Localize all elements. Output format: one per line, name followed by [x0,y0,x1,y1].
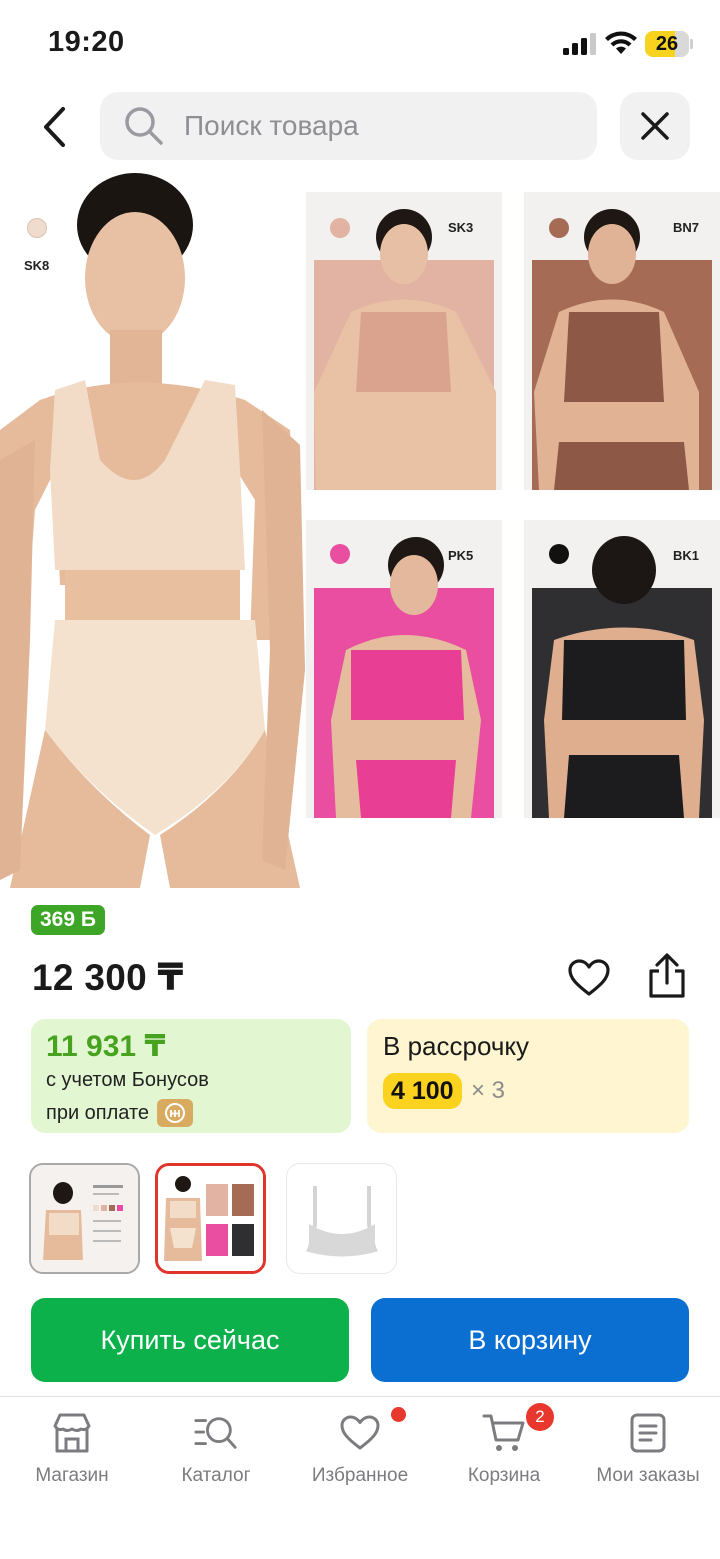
search-header [0,92,720,162]
nav-label: Магазин [35,1465,109,1486]
main-color-swatch [27,218,47,238]
bottom-nav: Магазин Каталог Избранное 2 Корзина Мои … [0,1396,720,1559]
nav-item-orders[interactable]: Мои заказы [576,1411,720,1501]
close-icon [641,112,669,140]
notification-dot [391,1407,406,1422]
back-button[interactable] [30,100,78,154]
variant-code-bn7: BN7 [673,220,700,235]
catalog-icon [194,1411,238,1455]
variant-swatch-pk5 [330,544,350,564]
nav-label: Мои заказы [596,1465,700,1486]
search-box[interactable] [100,92,597,160]
battery-indicator: 26 [645,31,693,57]
variant-swatch-bn7 [549,218,569,238]
favorite-button[interactable] [566,956,612,1000]
installment-multiplier: × 3 [471,1077,506,1104]
cart-icon [482,1411,526,1455]
installment-card[interactable]: В рассрочку 4 100 × 3 [367,1019,689,1133]
product-price: 12 300 ₸ [32,957,184,998]
variant-swatch-bk1 [549,544,569,564]
search-icon [124,106,164,146]
product-image-gallery[interactable]: SK8 SK3 BN7 PK5 BK1 [0,170,720,888]
status-bar: 19:20 26 [0,0,720,88]
gallery-thumbnail[interactable] [286,1163,397,1274]
nav-label: Избранное [311,1465,409,1486]
nav-item-favorites[interactable]: Избранное [288,1407,432,1501]
add-to-cart-button[interactable]: В корзину [371,1298,689,1382]
nav-item-catalog[interactable]: Каталог [144,1411,288,1501]
status-time: 19:20 [48,26,125,58]
variant-tile [524,520,720,818]
payment-method-icon [157,1099,194,1127]
bonus-text-line1: с учетом Бонусов [46,1069,209,1091]
cart-count-badge: 2 [526,1403,554,1431]
heart-icon [338,1411,382,1455]
nav-label: Каталог [181,1465,251,1486]
installment-title: В рассрочку [383,1031,530,1061]
gallery-thumbnail[interactable] [29,1163,140,1274]
main-color-code: SK8 [24,258,50,273]
orders-icon [626,1411,670,1455]
bonus-price-card[interactable]: 11 931 ₸ с учетом Бонусов при оплате [31,1019,351,1133]
variant-code-sk3: SK3 [448,220,474,235]
nav-label: Корзина [467,1465,541,1486]
share-button[interactable] [644,952,690,1000]
bonus-text-line2: при оплате [46,1101,150,1124]
variant-code-pk5: PK5 [448,548,474,563]
buy-now-button[interactable]: Купить сейчас [31,1298,349,1382]
chevron-left-icon [44,107,65,147]
share-icon [649,953,685,998]
variant-tile [306,520,502,818]
cellular-signal-icon [563,33,596,55]
battery-level: 26 [655,33,679,55]
main-model-image [0,173,305,888]
variant-swatch-sk3 [330,218,350,238]
heart-icon [568,959,610,996]
nav-item-cart[interactable]: 2 Корзина [432,1403,576,1501]
wifi-icon [605,31,637,54]
search-input[interactable] [184,110,564,142]
nav-item-shop[interactable]: Магазин [0,1411,144,1501]
installment-amount: 4 100 [383,1073,462,1109]
variant-code-bk1: BK1 [673,548,700,563]
close-button[interactable] [620,92,690,160]
shop-icon [50,1411,94,1455]
bonus-price: 11 931 ₸ [46,1030,166,1063]
bonus-text-line2-wrap: при оплате [46,1099,194,1127]
bonus-badge: 369 Б [31,905,105,935]
gallery-thumbnail-selected[interactable] [155,1163,266,1274]
